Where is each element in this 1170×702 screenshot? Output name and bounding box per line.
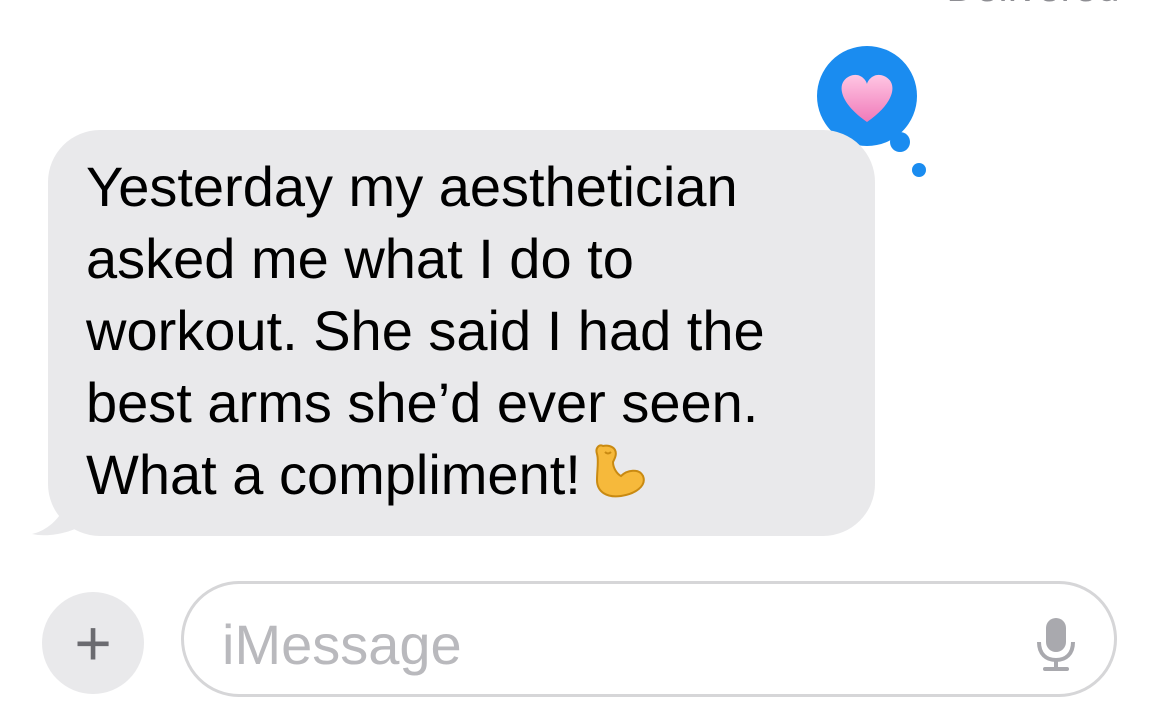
- microphone-icon[interactable]: [1036, 616, 1076, 672]
- add-attachment-button[interactable]: +: [42, 592, 144, 694]
- input-placeholder: iMessage: [222, 613, 462, 676]
- flexed-biceps-icon: [595, 444, 645, 498]
- bubble-tail: [32, 482, 88, 536]
- message-line: asked me what I do to: [86, 227, 634, 290]
- message-text: Yesterday my aesthetician asked me what …: [86, 151, 846, 511]
- imessage-input[interactable]: iMessage: [181, 581, 1117, 697]
- message-line: Yesterday my aesthetician: [86, 155, 738, 218]
- delivered-status: Delivered: [947, 0, 1120, 11]
- message-line: workout. She said I had the: [86, 299, 765, 362]
- message-line: best arms she’d ever seen.: [86, 371, 759, 434]
- message-line: What a compliment!: [86, 443, 581, 506]
